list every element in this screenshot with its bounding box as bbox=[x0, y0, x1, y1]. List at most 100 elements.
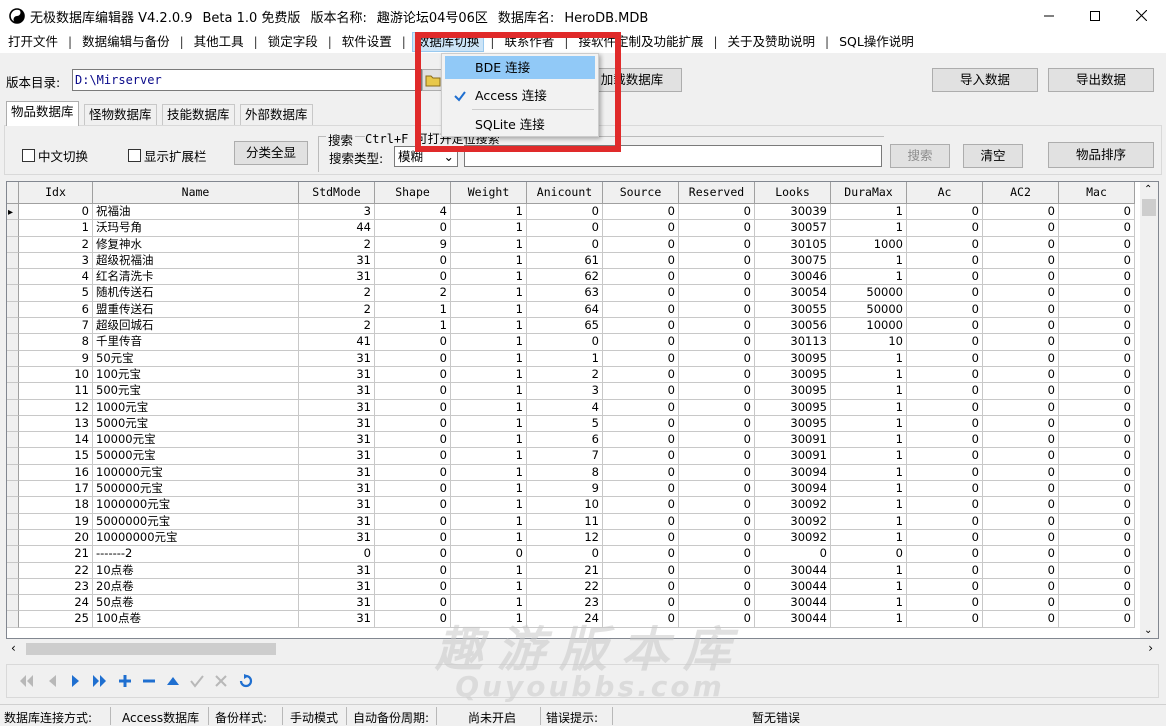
cell-reserved[interactable]: 0 bbox=[679, 350, 755, 367]
cell-stdmode[interactable]: 31 bbox=[299, 366, 375, 384]
cell-shape[interactable]: 0 bbox=[375, 269, 451, 286]
table-row[interactable]: 7 超级回城石 2 1 1 65 0 0 30056 10000 0 0 0 bbox=[7, 318, 1135, 335]
sort-items-button[interactable]: 物品排序 bbox=[1048, 142, 1154, 168]
cell-anicount[interactable]: 0 bbox=[527, 220, 603, 237]
cell-mac[interactable]: 0 bbox=[1059, 546, 1135, 563]
cell-anicount[interactable]: 8 bbox=[527, 464, 603, 482]
cell-source[interactable]: 0 bbox=[603, 334, 679, 351]
table-row[interactable]: 15 50000元宝 31 0 1 7 0 0 30091 1 0 0 0 bbox=[7, 448, 1135, 465]
cell-shape[interactable]: 0 bbox=[375, 383, 451, 400]
column-header-idx[interactable]: Idx bbox=[19, 182, 93, 204]
import-data-button[interactable]: 导入数据 bbox=[932, 68, 1038, 92]
cell-stdmode[interactable]: 31 bbox=[299, 513, 375, 530]
column-header-weight[interactable]: Weight bbox=[451, 182, 527, 204]
cell-anicount[interactable]: 12 bbox=[527, 529, 603, 547]
cell-source[interactable]: 0 bbox=[603, 578, 679, 596]
cell-looks[interactable]: 30095 bbox=[755, 383, 831, 400]
table-row[interactable]: 13 5000元宝 31 0 1 5 0 0 30095 1 0 0 0 bbox=[7, 415, 1135, 433]
cell-stdmode[interactable]: 41 bbox=[299, 334, 375, 351]
cell-ac2[interactable]: 0 bbox=[983, 252, 1059, 270]
cell-duramax[interactable]: 1 bbox=[831, 513, 907, 530]
cell-stdmode[interactable]: 31 bbox=[299, 432, 375, 449]
cell-looks[interactable]: 30095 bbox=[755, 366, 831, 384]
table-row[interactable]: 3 超级祝福油 31 0 1 61 0 0 30075 1 0 0 0 bbox=[7, 252, 1135, 270]
cell-source[interactable]: 0 bbox=[603, 481, 679, 498]
cell-duramax[interactable]: 1 bbox=[831, 611, 907, 628]
cell-looks[interactable]: 0 bbox=[755, 546, 831, 563]
cell-looks[interactable]: 30105 bbox=[755, 236, 831, 253]
column-header-ac[interactable]: Ac bbox=[907, 182, 983, 204]
cell-stdmode[interactable]: 3 bbox=[299, 204, 375, 221]
cell-ac2[interactable]: 0 bbox=[983, 318, 1059, 335]
table-row[interactable]: 20 10000000元宝 31 0 1 12 0 0 30092 1 0 0 0 bbox=[7, 529, 1135, 547]
cell-shape[interactable]: 0 bbox=[375, 513, 451, 530]
cell-idx[interactable]: 0 bbox=[19, 204, 93, 221]
cell-source[interactable]: 0 bbox=[603, 497, 679, 514]
table-row[interactable]: 23 20点卷 31 0 1 22 0 0 30044 1 0 0 0 bbox=[7, 578, 1135, 596]
refresh-button[interactable] bbox=[235, 671, 257, 691]
cell-ac2[interactable]: 0 bbox=[983, 236, 1059, 253]
cell-duramax[interactable]: 1 bbox=[831, 204, 907, 221]
cell-reserved[interactable]: 0 bbox=[679, 366, 755, 384]
tab-items-db[interactable]: 物品数据库 bbox=[6, 101, 79, 126]
cell-shape[interactable]: 0 bbox=[375, 562, 451, 579]
cell-ac[interactable]: 0 bbox=[907, 562, 983, 579]
cell-name[interactable]: 10点卷 bbox=[93, 562, 299, 579]
cell-mac[interactable]: 0 bbox=[1059, 399, 1135, 416]
cell-duramax[interactable]: 1 bbox=[831, 220, 907, 237]
cell-stdmode[interactable]: 31 bbox=[299, 252, 375, 270]
cell-duramax[interactable]: 1 bbox=[831, 350, 907, 367]
cell-mac[interactable]: 0 bbox=[1059, 204, 1135, 221]
cell-looks[interactable]: 30039 bbox=[755, 204, 831, 221]
cell-anicount[interactable]: 21 bbox=[527, 562, 603, 579]
cell-ac2[interactable]: 0 bbox=[983, 204, 1059, 221]
cell-source[interactable]: 0 bbox=[603, 301, 679, 319]
cell-weight[interactable]: 1 bbox=[451, 578, 527, 596]
table-row[interactable]: 11 500元宝 31 0 1 3 0 0 30095 1 0 0 0 bbox=[7, 383, 1135, 400]
cell-name[interactable]: 50元宝 bbox=[93, 350, 299, 367]
cell-anicount[interactable]: 0 bbox=[527, 204, 603, 221]
cell-duramax[interactable]: 1 bbox=[831, 432, 907, 449]
menu-item-9[interactable]: SQL操作说明 bbox=[835, 32, 918, 52]
cell-ac2[interactable]: 0 bbox=[983, 562, 1059, 579]
cell-name[interactable]: -------2 bbox=[93, 546, 299, 563]
cell-reserved[interactable]: 0 bbox=[679, 220, 755, 237]
cell-duramax[interactable]: 1 bbox=[831, 529, 907, 547]
cell-looks[interactable]: 30046 bbox=[755, 269, 831, 286]
cell-stdmode[interactable]: 31 bbox=[299, 448, 375, 465]
search-input[interactable] bbox=[464, 145, 882, 167]
items-grid[interactable]: Idx Name StdMode Shape Weight Anicount Source R… bbox=[6, 181, 1159, 639]
cell-anicount[interactable]: 24 bbox=[527, 611, 603, 628]
cell-idx[interactable]: 24 bbox=[19, 595, 93, 612]
table-row[interactable]: 4 红名清洗卡 31 0 1 62 0 0 30046 1 0 0 0 bbox=[7, 269, 1135, 286]
cell-name[interactable]: 500000元宝 bbox=[93, 481, 299, 498]
cell-ac[interactable]: 0 bbox=[907, 611, 983, 628]
cell-stdmode[interactable]: 2 bbox=[299, 318, 375, 335]
cell-looks[interactable]: 30044 bbox=[755, 595, 831, 612]
cell-ac2[interactable]: 0 bbox=[983, 595, 1059, 612]
cell-name[interactable]: 1000元宝 bbox=[93, 399, 299, 416]
scroll-down-icon[interactable]: ⌄ bbox=[1144, 625, 1152, 636]
delete-record-button[interactable] bbox=[138, 671, 160, 691]
cell-anicount[interactable]: 10 bbox=[527, 497, 603, 514]
cell-idx[interactable]: 7 bbox=[19, 318, 93, 335]
cell-source[interactable]: 0 bbox=[603, 562, 679, 579]
cell-weight[interactable]: 1 bbox=[451, 204, 527, 221]
cell-ac2[interactable]: 0 bbox=[983, 399, 1059, 416]
table-row[interactable]: 16 100000元宝 31 0 1 8 0 0 30094 1 0 0 0 bbox=[7, 464, 1135, 482]
cell-mac[interactable]: 0 bbox=[1059, 595, 1135, 612]
cell-reserved[interactable]: 0 bbox=[679, 432, 755, 449]
vertical-scrollbar[interactable]: ⌃ ⌄ bbox=[1140, 182, 1158, 638]
cell-weight[interactable]: 1 bbox=[451, 399, 527, 416]
cell-ac[interactable]: 0 bbox=[907, 334, 983, 351]
table-row[interactable]: 14 10000元宝 31 0 1 6 0 0 30091 1 0 0 0 bbox=[7, 432, 1135, 449]
cell-idx[interactable]: 6 bbox=[19, 301, 93, 319]
cell-reserved[interactable]: 0 bbox=[679, 578, 755, 596]
cell-mac[interactable]: 0 bbox=[1059, 611, 1135, 628]
cell-idx[interactable]: 9 bbox=[19, 350, 93, 367]
cell-looks[interactable]: 30044 bbox=[755, 562, 831, 579]
cell-stdmode[interactable]: 2 bbox=[299, 285, 375, 302]
cell-ac[interactable]: 0 bbox=[907, 350, 983, 367]
cell-weight[interactable]: 1 bbox=[451, 220, 527, 237]
cell-name[interactable]: 10000000元宝 bbox=[93, 529, 299, 547]
